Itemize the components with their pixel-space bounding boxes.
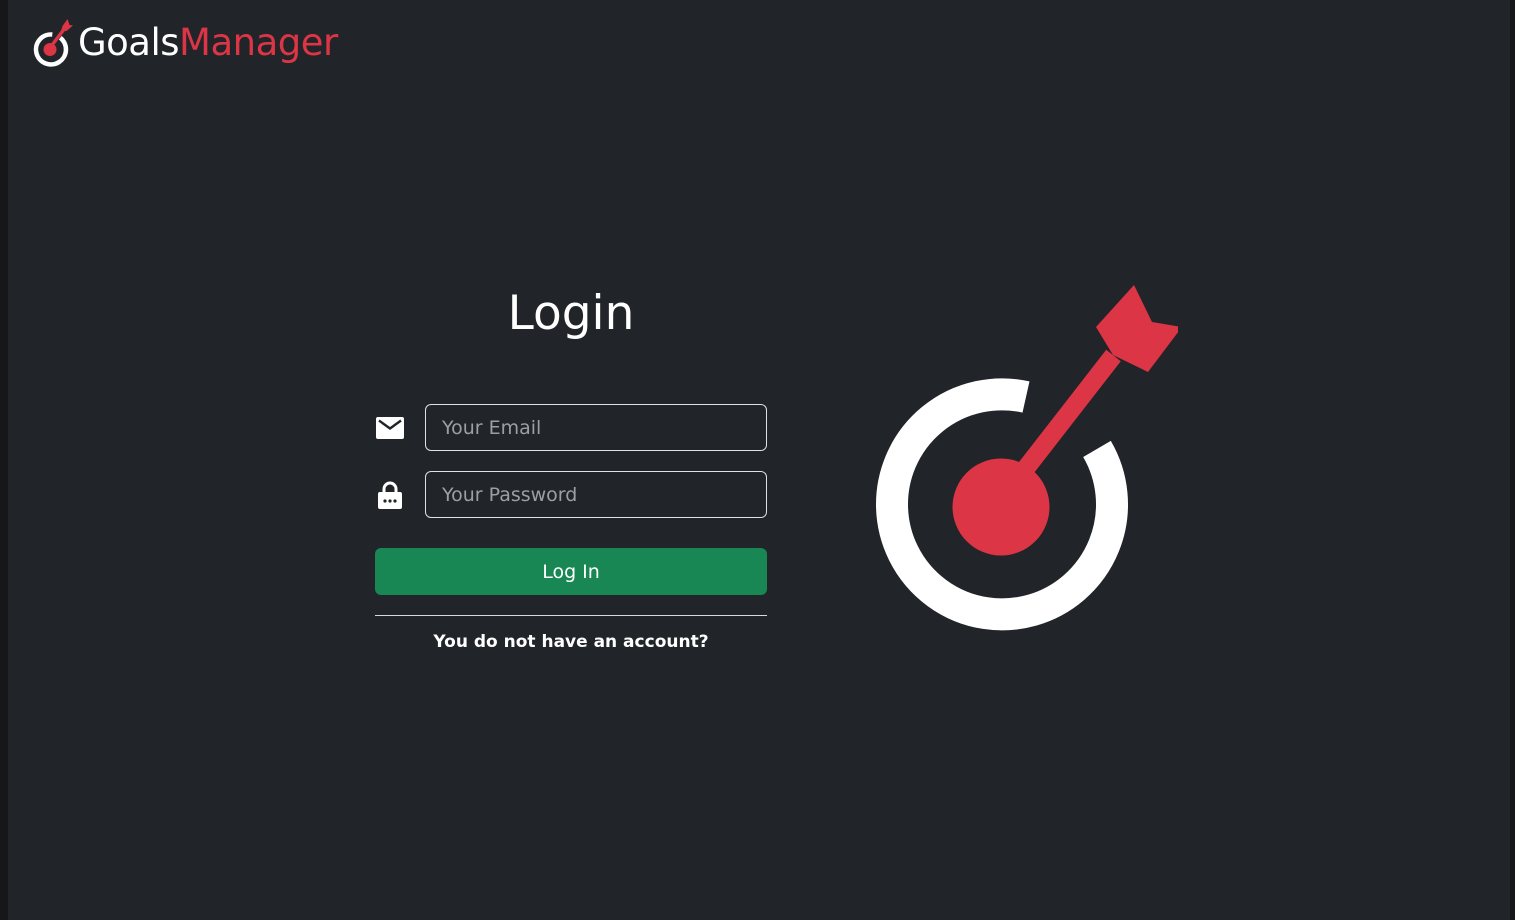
email-row [375,404,767,451]
password-field[interactable] [425,471,767,518]
brand-name-goals: Goals [78,21,180,64]
envelope-icon [375,404,405,451]
target-arrow-icon [876,285,1178,631]
email-field[interactable] [425,404,767,451]
target-arrow-icon [33,19,73,67]
signup-link[interactable]: You do not have an account? [375,630,767,654]
login-button[interactable]: Log In [375,548,767,595]
page: GoalsManager Login Log In You do not hav… [8,0,1510,920]
password-row [375,471,767,518]
brand-name: GoalsManager [78,18,338,68]
brand[interactable]: GoalsManager [32,18,338,68]
lock-icon [375,471,405,518]
brand-name-manager: Manager [179,21,338,64]
divider [375,615,767,616]
page-title: Login [507,286,635,341]
